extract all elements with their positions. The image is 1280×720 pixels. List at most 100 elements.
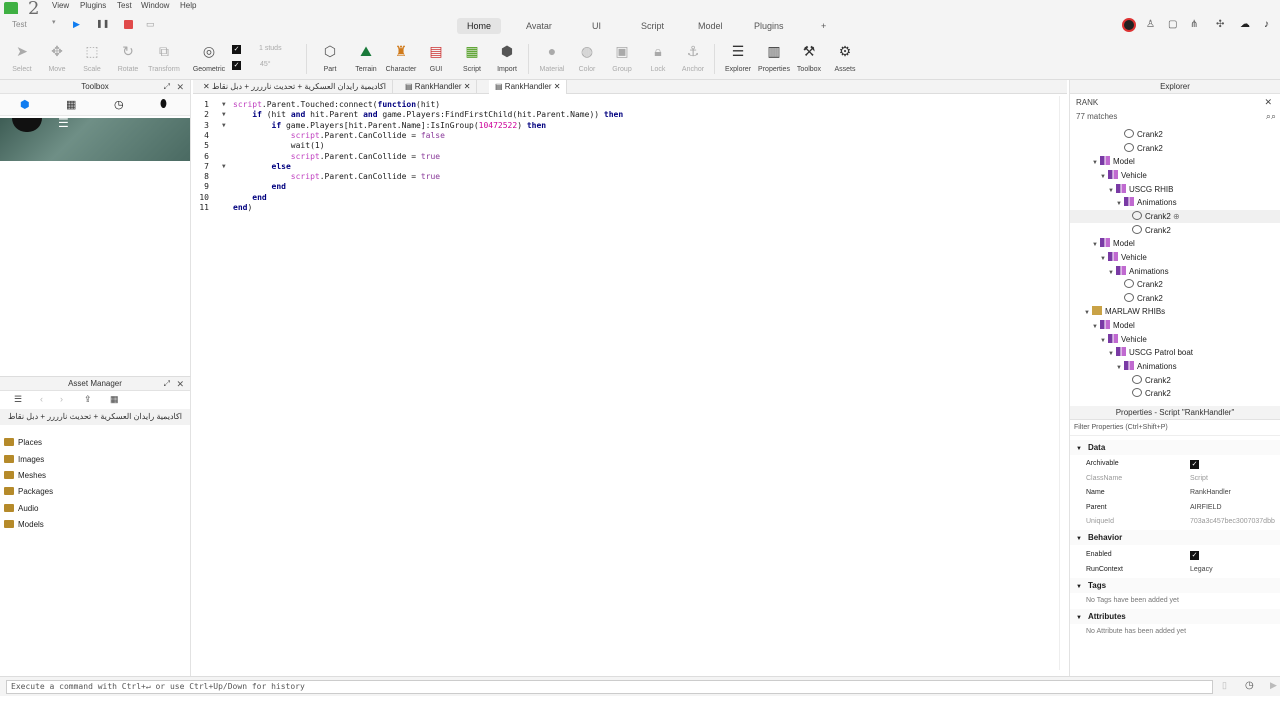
section-tags[interactable]: ▼ Tags [1070, 578, 1280, 593]
explorer-item[interactable]: ▼ Model [1092, 319, 1135, 332]
properties-filter-input[interactable]: Filter Properties (Ctrl+Shift+P) [1070, 420, 1280, 436]
fold-arrow-icon[interactable]: ▼ [222, 111, 226, 118]
explorer-item[interactable]: ▼ Vehicle [1100, 169, 1147, 182]
command-input[interactable]: Execute a command with Ctrl+↵ or use Ctr… [6, 680, 1213, 694]
prop-parent[interactable]: Parent AIRFIELD [1070, 501, 1280, 515]
expand-arrow-icon[interactable]: ▼ [1108, 348, 1116, 361]
expand-arrow-icon[interactable]: ▼ [1100, 253, 1108, 266]
tab-model[interactable]: Model [688, 18, 733, 34]
explorer-search-input[interactable]: RANK [1076, 98, 1098, 107]
inventory-icon[interactable]: ⬢ [20, 98, 30, 111]
explorer-search[interactable]: RANK ✕ [1070, 94, 1280, 110]
code-line[interactable]: if (hit and hit.Parent and game.Players:… [233, 110, 623, 119]
snap-angle-checkbox[interactable]: ✓ [232, 61, 241, 70]
expand-arrow-icon[interactable]: ▼ [1116, 362, 1124, 375]
expand-arrow-icon[interactable]: ▼ [1108, 185, 1116, 198]
explorer-item[interactable]: ▼ USCG RHIB [1108, 183, 1173, 196]
gui-tool[interactable]: ▤ GUI [416, 41, 456, 73]
grid-icon[interactable]: ▦ [66, 98, 76, 111]
menu-window[interactable]: Window [141, 1, 169, 10]
recent-icon[interactable]: ◷ [114, 98, 124, 111]
play-icon[interactable]: ▶ [73, 19, 80, 30]
anchor-tool[interactable]: ⚓︎ Anchor [673, 41, 713, 73]
fold-arrow-icon[interactable]: ▼ [222, 163, 226, 170]
explorer-item[interactable]: Crank2 [1124, 374, 1171, 387]
character-tool[interactable]: ♜ Character [381, 41, 421, 73]
explorer-item[interactable]: ▼ Model [1092, 155, 1135, 168]
expand-arrow-icon[interactable]: ▼ [1092, 239, 1100, 252]
tab-ui[interactable]: UI [582, 18, 611, 34]
code-line[interactable]: script.Parent.CanCollide = true [233, 172, 440, 181]
select-tool[interactable]: ➤ Select [2, 41, 42, 73]
import-tool[interactable]: ⬢ Import [487, 41, 527, 73]
folder-places[interactable]: Places [4, 436, 42, 450]
code-line[interactable]: script.Parent.Touched:connect(function(h… [233, 100, 440, 109]
share-icon[interactable]: ⋔ [1190, 19, 1198, 30]
close-icon[interactable]: ✕ [203, 82, 210, 91]
archivable-checkbox[interactable]: ✓ [1190, 460, 1199, 469]
chevron-down-icon[interactable]: ▾ [52, 18, 56, 26]
material-tool[interactable]: ● Material [532, 41, 572, 73]
expand-arrow-icon[interactable]: ▼ [1100, 335, 1108, 348]
lock-tool[interactable]: 🔒︎ Lock [638, 41, 678, 73]
folder-audio[interactable]: Audio [4, 502, 38, 516]
expand-arrow-icon[interactable]: ▼ [1108, 267, 1116, 280]
expand-arrow-icon[interactable]: ▼ [1092, 321, 1100, 334]
history-icon[interactable]: ◷ [1245, 680, 1254, 691]
menu-plugins[interactable]: Plugins [80, 1, 106, 10]
enabled-checkbox[interactable]: ✓ [1190, 551, 1199, 560]
folder-images[interactable]: Images [4, 453, 44, 467]
pin-icon[interactable]: ⤢ [164, 80, 170, 94]
stop-icon[interactable] [124, 20, 133, 29]
folder-models[interactable]: Models [4, 518, 44, 532]
snap-studs-checkbox[interactable]: ✓ [232, 45, 241, 54]
geometric-tool[interactable]: ◎ Geometric [189, 41, 229, 73]
tab-script[interactable]: Script [631, 18, 674, 34]
code-line[interactable]: if game.Players[hit.Parent.Name]:IsInGro… [233, 121, 547, 130]
explorer-item[interactable]: ▼ MARLAW RHIBs [1084, 305, 1165, 318]
tab-avatar[interactable]: Avatar [516, 18, 562, 34]
place-name[interactable]: اكاديمية رايدان العسكرية + تحديث نارررر … [0, 409, 190, 425]
explorer-item[interactable]: Crank2 [1116, 278, 1163, 291]
move-tool[interactable]: ✥ Move [37, 41, 77, 73]
clear-search-icon[interactable]: ✕ [1264, 97, 1272, 108]
tab-rankhandler-1[interactable]: ▤ RankHandler ✕ [399, 80, 478, 94]
rotate-tool[interactable]: ↻ Rotate [108, 41, 148, 73]
menu-view[interactable]: View [52, 1, 69, 10]
tab-home[interactable]: Home [457, 18, 502, 34]
script-tool[interactable]: ▦ Script [452, 41, 492, 73]
add-child-icon[interactable]: ⊕ [1171, 212, 1180, 221]
properties-tool[interactable]: ▥ Properties [754, 41, 794, 73]
back-icon[interactable]: ‹ [40, 394, 43, 404]
prop-enabled[interactable]: Enabled ✓ [1070, 548, 1280, 562]
code-line[interactable]: end [233, 193, 266, 202]
menu-test[interactable]: Test [117, 1, 132, 10]
code-line[interactable]: script.Parent.CanCollide = false [233, 131, 445, 140]
snap-studs-value[interactable]: 1 studs [259, 45, 282, 52]
assets-tool[interactable]: ⚙ Assets [825, 41, 865, 73]
prop-runcontext[interactable]: RunContext Legacy [1070, 563, 1280, 577]
collab-icon[interactable]: ✣ [1216, 19, 1224, 30]
explorer-item[interactable]: ▼ Animations [1116, 360, 1177, 373]
code-line[interactable]: else [233, 162, 291, 171]
terrain-tool[interactable]: ⛰ Terrain [346, 41, 386, 73]
snap-angle-value[interactable]: 45° [260, 61, 271, 68]
chat-icon[interactable]: ▢ [1168, 19, 1177, 30]
scale-tool[interactable]: ⬚ Scale [72, 41, 112, 73]
code-editor[interactable]: 1 ▼ script.Parent.Touched:connect(function… [193, 96, 1067, 672]
prop-name[interactable]: Name RankHandler [1070, 486, 1280, 500]
expand-arrow-icon[interactable]: ▼ [1100, 171, 1108, 184]
explorer-item[interactable]: ▼ Model [1092, 237, 1135, 250]
add-user-icon[interactable]: ♙ [1146, 19, 1155, 30]
pin-icon[interactable]: ⤢ [164, 377, 170, 391]
cloud-icon[interactable]: ☁ [1240, 19, 1250, 30]
part-tool[interactable]: ⬡ Part [310, 41, 350, 73]
creations-icon[interactable]: ⬮ [160, 98, 167, 111]
code-line[interactable]: end [233, 182, 286, 191]
explorer-item[interactable]: Crank2 [1124, 387, 1171, 400]
expand-arrow-icon[interactable]: ▼ [1084, 307, 1092, 320]
section-behavior[interactable]: ▼ Behavior [1070, 530, 1280, 545]
tab-plugins[interactable]: Plugins [744, 18, 794, 34]
tab-rankhandler-2[interactable]: ▤ RankHandler ✕ [489, 80, 568, 94]
menu-help[interactable]: Help [180, 1, 196, 10]
